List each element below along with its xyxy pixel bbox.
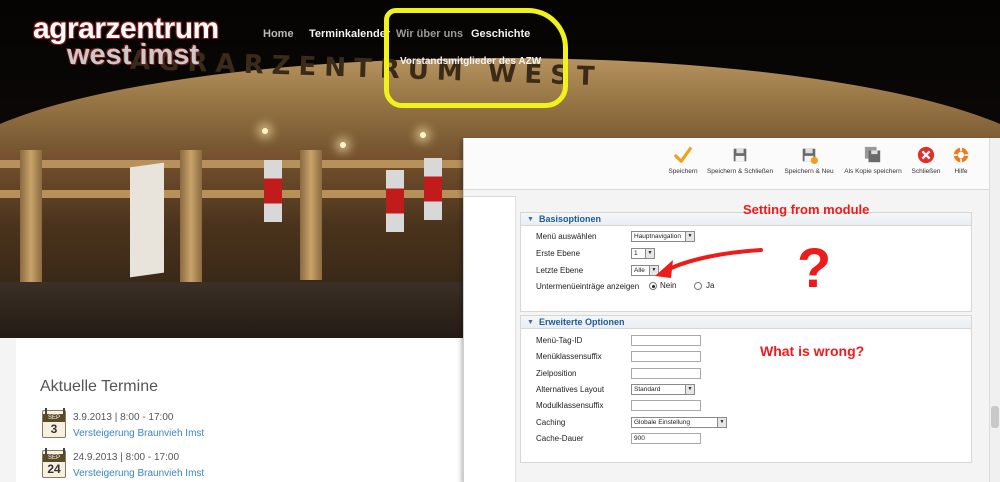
floppy-plus-icon: [802, 148, 818, 164]
help-button[interactable]: Hilfe: [949, 146, 973, 175]
module-class-label: Modulklassensuffix: [536, 401, 604, 410]
hall-pillar: [300, 150, 322, 280]
event-date: 24.9.2013 | 8:00 - 17:00: [73, 452, 180, 463]
save-copy-button[interactable]: Als Kopie speichern: [842, 146, 904, 175]
chevron-down-icon: ▼: [717, 418, 726, 427]
event-item: SEP 3 3.9.2013 | 8:00 - 17:00 Versteiger…: [42, 408, 272, 444]
save-button[interactable]: Speichern: [665, 146, 701, 175]
submenu-label: Untermenüeinträge anzeigen: [536, 282, 640, 291]
calendar-month: SEP: [43, 454, 65, 462]
caching-row: Caching Globale Einstellung ▼: [536, 417, 956, 431]
ceiling-light: [340, 142, 346, 148]
event-date: 3.9.2013 | 8:00 - 17:00: [73, 412, 174, 423]
menu-tag-label: Menü-Tag-ID: [536, 336, 583, 345]
advanced-options-panel: ▼ Erweiterte Optionen Menü-Tag-ID Menükl…: [520, 315, 972, 463]
menu-class-input[interactable]: [631, 351, 701, 362]
logo-imst: imst: [139, 39, 200, 71]
menu-tag-input[interactable]: [631, 335, 701, 346]
menu-tag-row: Menü-Tag-ID: [536, 335, 956, 349]
target-position-row: Zielposition: [536, 368, 956, 382]
chevron-down-icon: ▼: [685, 385, 694, 394]
question-mark-annotation: ?: [797, 236, 832, 299]
scrollbar[interactable]: [989, 138, 1000, 482]
alt-layout-label: Alternatives Layout: [536, 385, 605, 394]
help-label: Hilfe: [954, 168, 968, 175]
cache-time-input[interactable]: 900: [631, 433, 701, 444]
hall-pillar: [20, 150, 42, 290]
module-class-row: Modulklassensuffix: [536, 400, 956, 414]
nav-wir-ueber-uns[interactable]: Wir über uns: [396, 28, 463, 40]
first-level-value: 1: [634, 250, 638, 257]
close-button[interactable]: Schließen: [909, 146, 943, 175]
calendar-icon: SEP 24: [42, 448, 66, 478]
nav-geschichte[interactable]: Geschichte: [471, 28, 530, 40]
event-link[interactable]: Versteigerung Braunvieh Imst: [73, 428, 204, 439]
first-level-label: Erste Ebene: [536, 249, 581, 258]
site-logo[interactable]: agrarzentrum west imst: [33, 14, 238, 71]
caching-select[interactable]: Globale Einstellung ▼: [631, 417, 727, 428]
menu-class-row: Menüklassensuffix: [536, 351, 956, 365]
module-class-input[interactable]: [631, 400, 701, 411]
basic-options-title: Basisoptionen: [539, 214, 602, 224]
close-icon: [917, 146, 935, 164]
floppy-icon: [733, 148, 747, 162]
hall-floor: [0, 282, 470, 338]
target-position-input[interactable]: [631, 368, 701, 379]
setting-note-annotation: Setting from module: [743, 202, 870, 217]
alt-layout-row: Alternatives Layout Standard ▼: [536, 384, 956, 398]
ceiling-light: [420, 132, 426, 138]
close-label: Schließen: [911, 168, 941, 175]
tirol-flag: [264, 160, 282, 222]
red-arrow-annotation: [655, 248, 763, 278]
nav-terminkalender[interactable]: Terminkalender: [309, 28, 390, 40]
calendar-icon: SEP 3: [42, 408, 66, 438]
calendar-day: 24: [47, 462, 61, 476]
save-close-button[interactable]: Speichern & Schließen: [704, 146, 776, 175]
ceiling-beam: [0, 160, 470, 168]
alt-layout-value: Standard: [634, 386, 661, 393]
tirol-flag: [424, 158, 442, 220]
floppy-copy-icon: [864, 146, 881, 163]
checkmark-icon: [674, 147, 692, 163]
save-copy-label: Als Kopie speichern: [844, 168, 902, 175]
module-editor-window: Speichern Speichern & Schließen Speicher…: [463, 138, 1000, 482]
tirol-flag: [386, 170, 404, 232]
menu-class-label: Menüklassensuffix: [536, 352, 602, 361]
details-pane: [464, 196, 516, 482]
last-level-value: Alle: [634, 267, 645, 274]
nav-home[interactable]: Home: [263, 28, 294, 40]
save-close-label: Speichern & Schließen: [706, 168, 774, 175]
ceiling-light: [262, 128, 268, 134]
last-level-label: Letzte Ebene: [536, 266, 584, 275]
wrong-note-annotation: What is wrong?: [760, 343, 865, 359]
menu-select-label: Menü auswählen: [536, 232, 597, 241]
advanced-options-header[interactable]: ▼ Erweiterte Optionen: [521, 316, 971, 329]
advanced-options-title: Erweiterte Optionen: [539, 317, 625, 327]
save-label: Speichern: [668, 168, 698, 175]
termine-heading: Aktuelle Termine: [40, 378, 158, 395]
toolbar: Speichern Speichern & Schließen Speicher…: [464, 138, 989, 190]
save-new-label: Speichern & Neu: [784, 168, 834, 175]
save-new-button[interactable]: Speichern & Neu: [782, 146, 836, 175]
scrollbar-thumb[interactable]: [991, 406, 999, 428]
cache-time-row: Cache-Dauer 900: [536, 433, 956, 447]
hall-pillar: [180, 150, 202, 285]
collapse-triangle-icon: ▼: [527, 216, 534, 223]
calendar-month: SEP: [43, 414, 65, 422]
projection-screen: [130, 162, 164, 278]
target-position-label: Zielposition: [536, 369, 577, 378]
subnav-vorstandsmitglieder[interactable]: Vorstandsmitglieder des AZW: [400, 56, 541, 67]
lifebuoy-icon: [953, 147, 969, 163]
event-item: SEP 24 24.9.2013 | 8:00 - 17:00 Versteig…: [42, 448, 272, 482]
cache-time-label: Cache-Dauer: [536, 434, 584, 443]
alt-layout-select[interactable]: Standard ▼: [631, 384, 695, 395]
caching-value: Globale Einstellung: [634, 419, 691, 426]
collapse-triangle-icon: ▼: [527, 319, 534, 326]
logo-west: west: [67, 39, 132, 71]
logo-line2: west imst: [67, 40, 199, 70]
caching-label: Caching: [536, 418, 566, 427]
event-link[interactable]: Versteigerung Braunvieh Imst: [73, 468, 204, 479]
calendar-day: 3: [50, 422, 58, 436]
